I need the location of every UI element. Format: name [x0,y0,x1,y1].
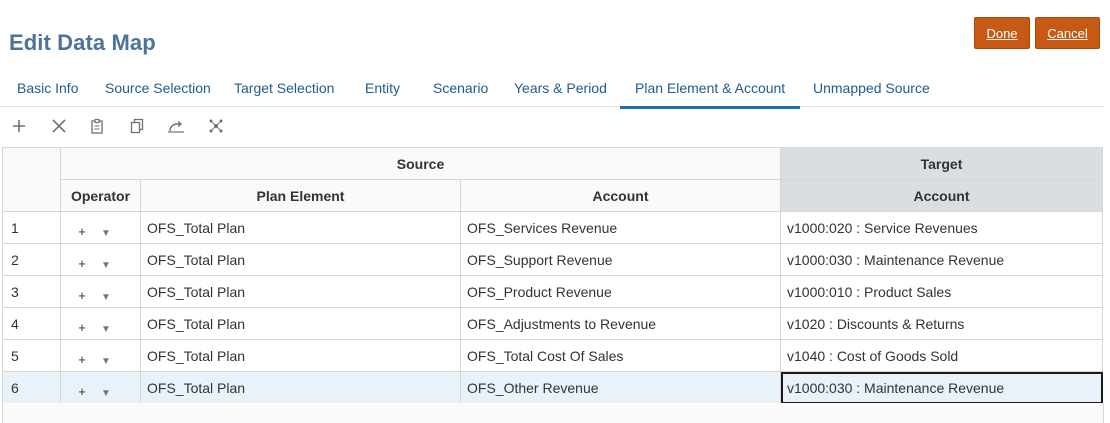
tab-scenario[interactable]: Scenario [433,80,488,106]
plus-operator[interactable]: + [69,224,95,239]
tab-target-selection[interactable]: Target Selection [234,80,334,106]
chevron-down-icon[interactable]: ▼ [99,292,113,303]
target-account-cell[interactable]: v1000:010 : Product Sales [780,275,1103,308]
plan-element-cell[interactable]: OFS_Total Plan [140,243,461,276]
plus-operator[interactable]: + [69,352,95,367]
operator-cell[interactable]: + ▼ [60,371,141,404]
source-account-cell[interactable]: OFS_Total Cost Of Sales [460,339,781,372]
operator-cell[interactable]: + ▼ [60,211,141,244]
table-row-selected[interactable]: 6 + ▼ OFS_Total Plan OFS_Other Revenue v1… [2,371,1103,404]
plus-operator[interactable]: + [69,288,95,303]
refresh-icon[interactable] [164,114,188,138]
target-account-cell[interactable]: v1000:020 : Service Revenues [780,211,1103,244]
table-row[interactable]: 4 + ▼ OFS_Total Plan OFS_Adjustments to R… [2,307,1103,340]
target-account-cell[interactable]: v1000:030 : Maintenance Revenue [780,243,1103,276]
operator-column-header[interactable]: Operator [60,179,141,212]
chevron-down-icon[interactable]: ▼ [99,324,113,335]
row-number: 6 [2,371,61,404]
page-title: Edit Data Map [9,30,156,55]
done-button[interactable]: Done [974,17,1030,49]
source-account-cell[interactable]: OFS_Services Revenue [460,211,781,244]
tab-bar: Basic Info Source Selection Target Selec… [0,72,1104,109]
row-number: 1 [2,211,61,244]
plus-operator[interactable]: + [69,256,95,271]
chevron-down-icon[interactable]: ▼ [99,260,113,271]
row-number: 5 [2,339,61,372]
table-row[interactable]: 3 + ▼ OFS_Total Plan OFS_Product Revenue … [2,275,1103,308]
data-map-table: Source Target Operator Plan Element Acco… [2,147,1103,404]
source-group-header: Source [60,147,781,180]
tab-unmapped-source[interactable]: Unmapped Source [813,80,930,106]
table-row[interactable]: 1 + ▼ OFS_Total Plan OFS_Services Revenue… [2,211,1103,244]
source-account-cell[interactable]: OFS_Product Revenue [460,275,781,308]
chevron-down-icon[interactable]: ▼ [99,356,113,367]
target-account-cell[interactable]: v1020 : Discounts & Returns [780,307,1103,340]
paste-icon[interactable] [85,114,109,138]
chevron-down-icon[interactable]: ▼ [99,388,113,399]
cancel-button[interactable]: Cancel [1035,17,1100,49]
add-icon[interactable] [7,114,31,138]
source-account-cell[interactable]: OFS_Support Revenue [460,243,781,276]
row-number: 3 [2,275,61,308]
table-row[interactable]: 2 + ▼ OFS_Total Plan OFS_Support Revenue … [2,243,1103,276]
copy-icon[interactable] [125,114,149,138]
target-account-cell[interactable]: v1040 : Cost of Goods Sold [780,339,1103,372]
tab-years-period[interactable]: Years & Period [514,80,607,106]
plus-operator[interactable]: + [69,320,95,335]
plan-element-cell[interactable]: OFS_Total Plan [140,339,461,372]
tab-plan-element-account[interactable]: Plan Element & Account [620,80,801,109]
plan-element-cell[interactable]: OFS_Total Plan [140,275,461,308]
source-account-cell[interactable]: OFS_Adjustments to Revenue [460,307,781,340]
operator-cell[interactable]: + ▼ [60,243,141,276]
plan-element-column-header[interactable]: Plan Element [140,179,461,212]
toolbar [0,114,300,140]
operator-cell[interactable]: + ▼ [60,307,141,340]
chevron-down-icon[interactable]: ▼ [99,228,113,239]
row-number-header [2,147,61,212]
row-number: 4 [2,307,61,340]
tab-basic-info[interactable]: Basic Info [17,80,78,106]
target-account-cell-active[interactable]: v1000:030 : Maintenance Revenue [780,371,1103,404]
delete-icon[interactable] [47,114,71,138]
table-empty-area [2,403,1104,423]
plan-element-cell[interactable]: OFS_Total Plan [140,371,461,404]
tab-entity[interactable]: Entity [365,80,400,106]
source-account-cell[interactable]: OFS_Other Revenue [460,371,781,404]
row-number: 2 [2,243,61,276]
target-group-header: Target [780,147,1103,180]
source-account-column-header[interactable]: Account [460,179,781,212]
plan-element-cell[interactable]: OFS_Total Plan [140,307,461,340]
target-account-column-header[interactable]: Account [780,179,1103,212]
table-row[interactable]: 5 + ▼ OFS_Total Plan OFS_Total Cost Of Sa… [2,339,1103,372]
plus-operator[interactable]: + [69,384,95,399]
tab-source-selection[interactable]: Source Selection [105,80,211,106]
operator-cell[interactable]: + ▼ [60,275,141,308]
network-icon[interactable] [204,114,228,138]
operator-cell[interactable]: + ▼ [60,339,141,372]
plan-element-cell[interactable]: OFS_Total Plan [140,211,461,244]
